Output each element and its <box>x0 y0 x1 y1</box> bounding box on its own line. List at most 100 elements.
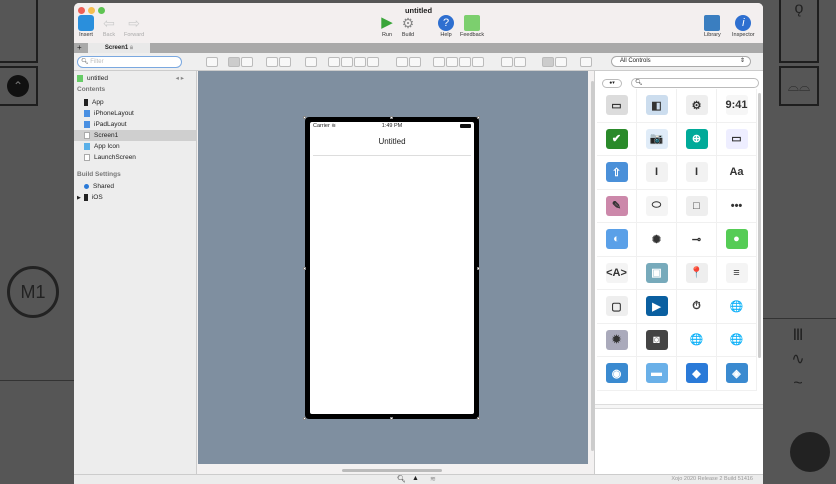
horizontal-scrollbar[interactable] <box>342 469 442 472</box>
layout-button[interactable] <box>241 57 253 67</box>
layout-button[interactable] <box>459 57 471 67</box>
project-item[interactable]: untitled ◂ ▸ <box>74 73 196 84</box>
library-scrollbar[interactable] <box>758 93 761 358</box>
feed-icon[interactable]: ≋ <box>430 475 436 483</box>
layout-button[interactable] <box>367 57 379 67</box>
library-item-table[interactable]: ≡ <box>717 256 757 290</box>
library-item-label[interactable]: 9:41 <box>717 89 757 123</box>
layout-button[interactable] <box>266 57 278 67</box>
resize-handle[interactable] <box>477 267 480 270</box>
library-item-movie-player[interactable]: ▶ <box>637 290 677 324</box>
layout-button[interactable] <box>555 57 567 67</box>
library-item-camera[interactable]: 📷 <box>637 122 677 156</box>
nav-arrows[interactable]: ◂ ▸ <box>176 73 184 84</box>
library-item-container[interactable]: ▢ <box>597 290 637 324</box>
library-item-text-area[interactable]: I <box>677 156 717 190</box>
library-item-gear[interactable]: ⚙ <box>677 89 717 123</box>
library-item-text-field[interactable]: ▭ <box>717 122 757 156</box>
layout-button[interactable] <box>228 57 240 67</box>
library-item-tcp-socket[interactable]: 🌐 <box>717 323 757 357</box>
forward-button[interactable]: ⇨ Forward <box>124 15 144 38</box>
warning-icon[interactable]: ▲ <box>412 475 419 482</box>
feedback-button[interactable]: Feedback <box>460 15 484 38</box>
nav-item-app-icon[interactable]: App Icon <box>74 141 196 152</box>
screen1-view[interactable]: Carrier ≋ 1:49 PM Untitled <box>310 122 474 414</box>
build-item-shared[interactable]: Shared <box>74 181 196 192</box>
build-button[interactable]: ⚙ Build <box>400 15 416 38</box>
library-item-page-control[interactable]: ••• <box>717 189 757 223</box>
layout-button[interactable] <box>341 57 353 67</box>
layout-button[interactable] <box>433 57 445 67</box>
build-item-ios[interactable]: ▶ iOS <box>74 192 196 203</box>
library-item-switch-off[interactable]: ◐ <box>597 223 637 257</box>
library-item-folder[interactable]: ▬ <box>637 357 677 391</box>
help-button[interactable]: ? Help <box>438 15 454 38</box>
inspector-button[interactable]: i Inspector <box>732 15 755 38</box>
nav-item-iphonelayout[interactable]: iPhoneLayout <box>74 108 196 119</box>
layout-canvas[interactable]: Carrier ≋ 1:49 PM Untitled <box>198 71 594 472</box>
library-item-font[interactable]: Aa <box>717 156 757 190</box>
search-icon[interactable]: 🔍︎ <box>397 475 406 483</box>
nav-item-launchscreen[interactable]: LaunchScreen <box>74 152 196 163</box>
library-item-spool[interactable]: ◙ <box>637 323 677 357</box>
library-search-input[interactable]: 🔍︎ <box>631 78 759 88</box>
library-item-location[interactable]: ⊕ <box>677 122 717 156</box>
layout-button[interactable] <box>354 57 366 67</box>
tab-screen1[interactable]: Screen1 🔒︎ <box>88 43 150 53</box>
library-action-button[interactable]: ●▾ <box>602 79 622 88</box>
library-item-oval[interactable]: ⬭ <box>637 189 677 223</box>
nav-item-screen1[interactable]: Screen1 <box>74 130 196 141</box>
library-filter-select[interactable]: All Controls ⇕ <box>611 56 751 67</box>
resize-handle[interactable] <box>477 417 480 420</box>
resize-handle[interactable] <box>303 417 306 420</box>
library-item-web[interactable]: ◉ <box>597 357 637 391</box>
layout-button[interactable] <box>542 57 554 67</box>
library-item-url-connection[interactable]: 🌐 <box>677 323 717 357</box>
library-item-layers[interactable]: ◈ <box>717 357 757 391</box>
library-splitter[interactable] <box>595 404 763 409</box>
library-item-checkbox[interactable]: ✔ <box>597 122 637 156</box>
layout-button[interactable] <box>206 57 218 67</box>
library-item-thread[interactable]: ✹ <box>597 323 637 357</box>
nav-item-ipadlayout[interactable]: iPadLayout <box>74 119 196 130</box>
library-item-globe-server[interactable]: 🌐 <box>717 290 757 324</box>
back-button[interactable]: ⇦ Back <box>101 15 117 38</box>
library-item-html-viewer[interactable]: <A> <box>597 256 637 290</box>
layout-button[interactable] <box>328 57 340 67</box>
library-button[interactable]: Library <box>704 15 721 38</box>
layout-button[interactable] <box>396 57 408 67</box>
layout-button[interactable] <box>501 57 513 67</box>
library-item-cube[interactable]: ◆ <box>677 357 717 391</box>
library-item-rectangle[interactable]: □ <box>677 189 717 223</box>
library-item-timer[interactable]: ⏱ <box>677 290 717 324</box>
library-item-canvas[interactable]: ✎ <box>597 189 637 223</box>
resize-handle[interactable] <box>390 116 393 119</box>
layout-button[interactable] <box>446 57 458 67</box>
run-button[interactable]: ▶ Run <box>379 15 395 39</box>
library-item-text-input[interactable]: I <box>637 156 677 190</box>
layout-button[interactable] <box>279 57 291 67</box>
iphone-frame[interactable]: Carrier ≋ 1:49 PM Untitled <box>305 117 479 419</box>
library-item-progress-wheel[interactable]: ✺ <box>637 223 677 257</box>
device-button[interactable] <box>580 57 592 67</box>
insert-button[interactable]: Insert <box>78 15 94 38</box>
layout-button[interactable] <box>472 57 484 67</box>
layout-button[interactable] <box>305 57 317 67</box>
library-item-image-view[interactable]: ▣ <box>637 256 677 290</box>
library-item-slider[interactable]: ⊸ <box>677 223 717 257</box>
library-item-segmented[interactable]: ◧ <box>637 89 677 123</box>
resize-handle[interactable] <box>303 267 306 270</box>
resize-handle[interactable] <box>303 116 306 119</box>
library-item-map[interactable]: 📍 <box>677 256 717 290</box>
navigation-bar-title[interactable]: Untitled <box>310 137 474 146</box>
library-item-share[interactable]: ⇧ <box>597 156 637 190</box>
add-tab-button[interactable]: + <box>77 43 82 53</box>
disclosure-triangle-icon[interactable]: ▶ <box>77 195 81 201</box>
filter-input[interactable]: 🔍︎ Filter <box>77 56 182 68</box>
library-item-switch[interactable]: ● <box>717 223 757 257</box>
nav-item-app[interactable]: App <box>74 97 196 108</box>
layout-button[interactable] <box>514 57 526 67</box>
library-item-button[interactable]: ▭ <box>597 89 637 123</box>
resize-handle[interactable] <box>477 116 480 119</box>
resize-handle[interactable] <box>390 417 393 420</box>
